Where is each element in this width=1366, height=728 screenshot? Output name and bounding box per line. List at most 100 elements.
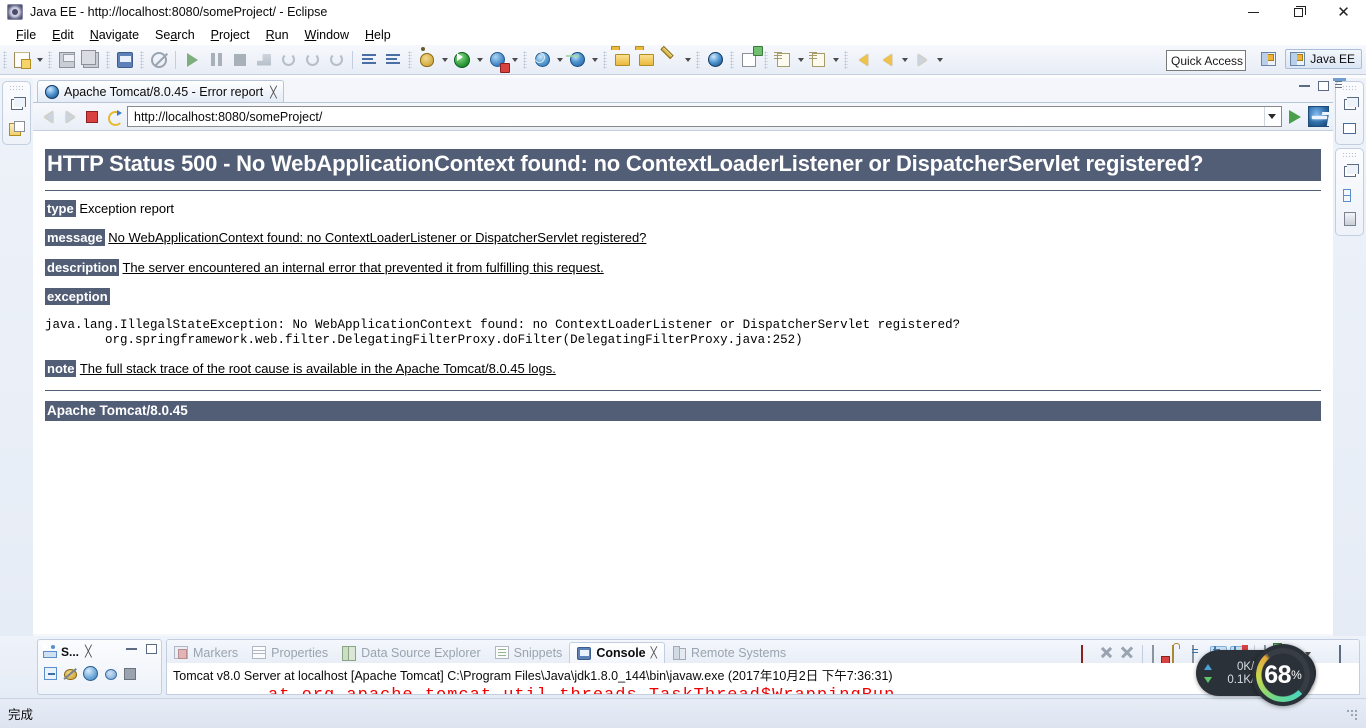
- search-tools-button[interactable]: [659, 49, 681, 71]
- tab-servers[interactable]: S... ╳: [42, 645, 92, 659]
- profile-dropdown[interactable]: [589, 49, 600, 71]
- open-project-button[interactable]: [611, 49, 633, 71]
- minimize-servers-icon[interactable]: [126, 648, 137, 650]
- browser-forward-button[interactable]: [59, 106, 81, 128]
- new-server-button[interactable]: [531, 49, 553, 71]
- minimize-editor-stack-icon[interactable]: [1299, 85, 1310, 87]
- debug-server-icon[interactable]: [104, 667, 118, 681]
- menu-file[interactable]: File: [8, 26, 44, 44]
- forward-history-button[interactable]: [911, 49, 933, 71]
- step-over-button[interactable]: [301, 49, 323, 71]
- stop-server-icon[interactable]: [124, 667, 136, 680]
- new-server-dropdown[interactable]: [554, 49, 565, 71]
- minimize-button[interactable]: [1231, 0, 1276, 24]
- run-dropdown[interactable]: [474, 49, 485, 71]
- close-button[interactable]: ✕: [1321, 0, 1366, 24]
- url-bar[interactable]: http://localhost:8080/someProject/: [127, 106, 1282, 127]
- menu-navigate[interactable]: Navigate: [82, 26, 147, 44]
- tab-markers[interactable]: Markers: [167, 642, 245, 663]
- menu-window[interactable]: Window: [297, 26, 357, 44]
- toolbar-grip[interactable]: [408, 50, 412, 69]
- toolbar-grip[interactable]: [3, 50, 7, 69]
- stop-debug-icon[interactable]: [63, 667, 77, 681]
- publish-button[interactable]: [738, 49, 760, 71]
- trim-drag-handle[interactable]: [9, 85, 24, 91]
- profile-button[interactable]: [566, 49, 588, 71]
- browser-refresh-button[interactable]: [103, 106, 125, 128]
- tab-properties[interactable]: Properties: [245, 642, 335, 663]
- tab-snippets[interactable]: Snippets: [488, 642, 570, 663]
- menu-search[interactable]: Search: [147, 26, 203, 44]
- menu-project[interactable]: Project: [203, 26, 258, 44]
- run-external-button[interactable]: [486, 49, 508, 71]
- servers-tab-close-icon[interactable]: ╳: [85, 645, 92, 658]
- new-html-button[interactable]: [807, 49, 829, 71]
- step-return-button[interactable]: [325, 49, 347, 71]
- clear-console-button[interactable]: [1150, 644, 1167, 664]
- terminate-button[interactable]: [229, 49, 251, 71]
- console-tab-close-icon[interactable]: ╳: [651, 647, 657, 659]
- quick-access-input[interactable]: Quick Access: [1166, 50, 1246, 71]
- new-jsp-button[interactable]: [772, 49, 794, 71]
- close-project-button[interactable]: [635, 49, 657, 71]
- toolbar-grip[interactable]: [844, 50, 848, 69]
- save-all-button[interactable]: [80, 49, 102, 71]
- new-dropdown[interactable]: [34, 49, 45, 71]
- remove-all-launches-button[interactable]: [1118, 646, 1135, 663]
- toolbar-grip[interactable]: [106, 50, 110, 69]
- debug-button[interactable]: [416, 49, 438, 71]
- perspective-java-ee[interactable]: Java EE: [1285, 49, 1362, 69]
- minimize-console-button[interactable]: [1316, 646, 1333, 663]
- open-type-button[interactable]: [382, 49, 404, 71]
- open-external-browser-button[interactable]: [1308, 106, 1329, 127]
- cpu-usage-gauge[interactable]: 68%: [1252, 644, 1314, 706]
- save-button[interactable]: [56, 49, 78, 71]
- search-tools-dropdown[interactable]: [682, 49, 693, 71]
- run-button[interactable]: [451, 49, 473, 71]
- project-explorer-button[interactable]: [5, 117, 28, 139]
- resume-button[interactable]: [181, 49, 203, 71]
- editor-tab-close-icon[interactable]: ╳: [270, 86, 277, 99]
- suspend-button[interactable]: [205, 49, 227, 71]
- previous-edit-button[interactable]: [876, 49, 898, 71]
- open-perspective-button[interactable]: [1256, 48, 1280, 70]
- run-external-dropdown[interactable]: [509, 49, 520, 71]
- menu-run[interactable]: Run: [258, 26, 297, 44]
- url-dropdown-icon[interactable]: [1264, 107, 1279, 126]
- console-output[interactable]: Tomcat v8.0 Server at localhost [Apache …: [167, 663, 1359, 694]
- tab-data-source-explorer[interactable]: Data Source Explorer: [335, 642, 488, 663]
- outline-view-button[interactable]: [1338, 184, 1361, 206]
- toolbar-grip[interactable]: [730, 50, 734, 69]
- previous-edit-dropdown[interactable]: [899, 49, 910, 71]
- back-history-button[interactable]: [852, 49, 874, 71]
- toolbar-grip[interactable]: [48, 50, 52, 69]
- browser-back-button[interactable]: [37, 106, 59, 128]
- start-server-icon[interactable]: [83, 666, 98, 681]
- restore-right-stack-button[interactable]: [1338, 93, 1361, 115]
- menu-edit[interactable]: Edit: [44, 26, 82, 44]
- menu-help[interactable]: Help: [357, 26, 399, 44]
- restore-views-button[interactable]: [1338, 160, 1361, 182]
- toolbar-grip[interactable]: [696, 50, 700, 69]
- toolbar-grip[interactable]: [764, 50, 768, 69]
- maximize-console-button[interactable]: [1336, 644, 1353, 664]
- debug-dropdown[interactable]: [439, 49, 450, 71]
- trim-drag-handle[interactable]: [1342, 85, 1357, 91]
- toolbar-grip[interactable]: [603, 50, 607, 69]
- trim-drag-handle[interactable]: [1342, 152, 1357, 158]
- maximize-editor-stack-icon[interactable]: [1318, 81, 1329, 91]
- tab-console[interactable]: Console ╳: [569, 642, 665, 663]
- remove-launch-button[interactable]: [1098, 646, 1115, 663]
- skip-breakpoints-button[interactable]: [148, 49, 170, 71]
- collapse-all-icon[interactable]: [44, 667, 57, 680]
- terminate-console-button[interactable]: [1078, 644, 1095, 664]
- maximize-button[interactable]: [1276, 0, 1321, 24]
- new-html-dropdown[interactable]: [830, 49, 841, 71]
- next-annotation-button[interactable]: [358, 49, 380, 71]
- tab-remote-systems[interactable]: Remote Systems: [665, 642, 793, 663]
- new-button[interactable]: [11, 49, 33, 71]
- editor-tab-tomcat-error[interactable]: Apache Tomcat/8.0.45 - Error report ╳: [37, 80, 284, 103]
- web-browser-button[interactable]: [704, 49, 726, 71]
- scroll-lock-button[interactable]: [1170, 644, 1187, 664]
- resize-grip-icon[interactable]: [1344, 707, 1358, 721]
